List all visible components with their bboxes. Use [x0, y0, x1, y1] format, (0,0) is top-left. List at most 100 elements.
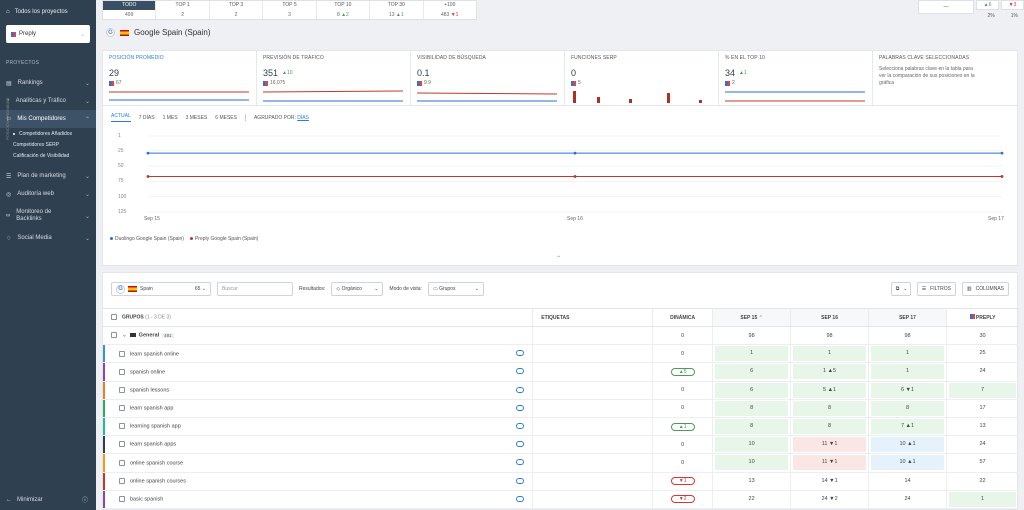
filter-top-5[interactable]: TOP 5 3 — [263, 1, 317, 19]
legend-item-duolingo[interactable]: Duolingo Google Spain (Spain) — [110, 236, 184, 242]
tab-3-months[interactable]: 3 MESES — [186, 115, 208, 121]
tags-cell[interactable] — [532, 344, 654, 364]
keyword-text[interactable]: basic spanish — [130, 497, 163, 503]
row-checkbox[interactable] — [119, 459, 125, 466]
column-header-competitor[interactable]: PREPLY — [946, 308, 1019, 327]
metric-top10-percent[interactable]: % EN EL TOP 10 34 ▲1 2 — [719, 51, 873, 105]
keyword-text[interactable]: spanish lessons — [130, 387, 169, 393]
tags-cell[interactable] — [532, 417, 654, 437]
column-header-sep17[interactable]: SEP 17 — [868, 308, 947, 327]
column-header-sep15[interactable]: SEP 15 ⌃ — [712, 308, 792, 327]
tags-cell[interactable] — [532, 472, 654, 491]
chevron-down-icon[interactable]: ⌄ — [122, 333, 127, 339]
group-by-value[interactable]: DÍAS — [297, 115, 309, 121]
keyword-text[interactable]: online spanish course — [130, 460, 183, 466]
sidebar-item-analytics[interactable]: ◔ Analíticas y Tráfico ⌄ — [0, 92, 96, 110]
keyword-text[interactable]: learn spanish app — [130, 406, 173, 412]
results-select[interactable]: ◇ Orgánico ⌄ — [331, 282, 384, 296]
link-icon[interactable] — [516, 422, 525, 429]
row-checkbox[interactable] — [119, 368, 125, 375]
table-row[interactable]: spanish lessons 0 6 5 ▲1 6 ▼1 7 — [103, 381, 1019, 400]
sidebar-item-social-media[interactable]: ♢ Social Media ⌄ — [0, 229, 96, 247]
filters-button[interactable]: ☰ FILTROS — [916, 282, 956, 296]
search-engine-select[interactable]: G Spain 65 ⌄ — [111, 282, 211, 296]
table-row[interactable]: learn spanish online 0 1 1 1 25 — [103, 344, 1019, 364]
filter-top-all[interactable]: TODO 499 — [103, 0, 157, 19]
tags-cell[interactable] — [532, 453, 654, 473]
row-checkbox[interactable] — [119, 496, 125, 503]
filter-top-10[interactable]: TOP 10 8 ▲2 — [317, 1, 371, 19]
row-checkbox[interactable] — [111, 332, 117, 339]
link-icon[interactable] — [516, 404, 525, 411]
column-header-dynamics[interactable]: DINÁMICA — [652, 308, 714, 327]
sidebar-item-backlinks[interactable]: ∞ Monitoreo de Backlinks ⌄ — [0, 203, 96, 229]
help-icon[interactable]: ⓘ — [82, 495, 88, 504]
link-icon[interactable] — [516, 350, 525, 357]
tags-cell[interactable] — [532, 362, 654, 382]
row-checkbox[interactable] — [119, 405, 125, 412]
row-checkbox[interactable] — [119, 441, 125, 448]
table-row[interactable]: basic spanish ▼2 22 24 ▼2 24 1 — [103, 490, 1019, 509]
metric-serp-features[interactable]: FUNCIONES SERP 0 5 — [565, 51, 719, 105]
collapse-chart-icon[interactable]: ⌃ — [556, 255, 561, 262]
link-icon[interactable] — [516, 477, 525, 484]
keyword-text[interactable]: learning spanish app — [130, 424, 181, 430]
sidebar-item-marketing-plan[interactable]: ☰ Plan de marketing ⌄ — [0, 167, 96, 185]
tab-6-months[interactable]: 6 MESES — [215, 115, 237, 121]
all-projects-link[interactable]: ⌂ Todos los proyectos — [0, 0, 96, 24]
metric-avg-position[interactable]: POSICIÓN PROMEDIO 29 67 — [103, 51, 257, 105]
link-icon[interactable] — [516, 386, 525, 393]
sidebar-subitem-visibility[interactable]: Calificación de Visibilidad — [0, 150, 96, 161]
sidebar-item-competitors[interactable]: ⚐ Mis Competidores ⌃ — [0, 110, 96, 128]
tags-cell[interactable] — [532, 381, 654, 400]
table-row[interactable]: online spanish courses ▼1 13 14 ▼1 14 22 — [103, 472, 1019, 491]
view-mode-select[interactable]: ▭ Grupos ⌄ — [427, 282, 484, 296]
table-row[interactable]: learning spanish app ▲1 8 8 7 ▲1 13 — [103, 417, 1019, 437]
sidebar-item-site-audit[interactable]: ◎ Auditoría web ⌄ — [0, 185, 96, 203]
column-header-tags[interactable]: ETIQUETAS — [532, 308, 654, 327]
tags-cell[interactable] — [532, 490, 654, 509]
link-icon[interactable] — [516, 441, 525, 448]
keyword-text[interactable]: learn spanish online — [130, 351, 179, 357]
keyword-text[interactable]: learn spanish apps — [130, 442, 176, 448]
tags-cell[interactable] — [532, 435, 654, 455]
search-input[interactable]: Buscar — [217, 282, 293, 296]
metric-traffic-forecast[interactable]: PREVISIÓN DE TRÁFICO 351 ▲10 16,075 — [257, 51, 411, 105]
row-checkbox[interactable] — [119, 350, 125, 357]
project-select[interactable]: Preply ⌄ — [6, 25, 90, 43]
filter-top-100-plus[interactable]: +100 483 ▼1 — [424, 1, 476, 19]
link-icon[interactable] — [516, 459, 525, 466]
row-checkbox[interactable] — [119, 386, 125, 393]
sidebar-item-rankings[interactable]: ▤ Rankings ⌄ — [0, 74, 96, 92]
filter-top-1[interactable]: TOP 1 2 — [156, 1, 210, 19]
tab-actual[interactable]: ACTUAL — [111, 113, 131, 122]
metric-search-visibility[interactable]: VISIBILIDAD DE BÚSQUEDA 0.1 9.9 — [411, 51, 565, 105]
filter-top-30[interactable]: TOP 30 13 ▲1 — [370, 1, 424, 19]
tags-cell[interactable] — [532, 399, 654, 418]
columns-button[interactable]: ▥ COLUMNAS — [961, 282, 1009, 296]
column-header-groups[interactable]: GRUPOS (1 - 3 DE 3) — [103, 308, 534, 327]
tab-7-days[interactable]: 7 DÍAS — [139, 115, 155, 121]
column-header-sep16[interactable]: SEP 16 — [790, 308, 870, 327]
table-row[interactable]: learn spanish apps 0 10 11 ▼1 10 ▲1 24 — [103, 435, 1019, 455]
link-icon[interactable] — [516, 368, 525, 375]
row-checkbox[interactable] — [119, 477, 125, 484]
preply-logo-icon — [969, 314, 975, 319]
keyword-text[interactable]: spanish online — [130, 369, 165, 375]
keyword-text[interactable]: online spanish courses — [130, 478, 186, 484]
rank-value: 25 — [979, 350, 986, 357]
row-checkbox[interactable] — [119, 423, 125, 430]
legend-item-preply[interactable]: Preply Google Spain (Spain) — [189, 236, 258, 242]
tab-1-month[interactable]: 1 MES — [163, 115, 178, 121]
select-all-checkbox[interactable] — [111, 314, 117, 321]
filter-top-3[interactable]: TOP 3 2 — [210, 1, 264, 19]
table-row[interactable]: learn spanish app 0 8 8 8 17 — [103, 399, 1019, 418]
copy-button[interactable]: ⧉ ⌄ — [890, 282, 911, 296]
table-row[interactable]: spanish online ▲5 6 1 ▲5 1 24 — [103, 362, 1019, 382]
minimize-sidebar-button[interactable]: ← Minimizar ⓘ — [6, 495, 88, 505]
group-row[interactable]: ⌄ General 491 0 98 98 98 30 — [103, 326, 1019, 346]
sidebar-subitem-added-competitors[interactable]: Competidores Añadidos — [0, 128, 96, 139]
table-row[interactable]: online spanish course 0 10 11 ▼1 10 ▲1 57 — [103, 453, 1019, 473]
link-icon[interactable] — [516, 495, 525, 502]
sidebar-subitem-serp-competitors[interactable]: Competidores SERP — [0, 139, 96, 150]
